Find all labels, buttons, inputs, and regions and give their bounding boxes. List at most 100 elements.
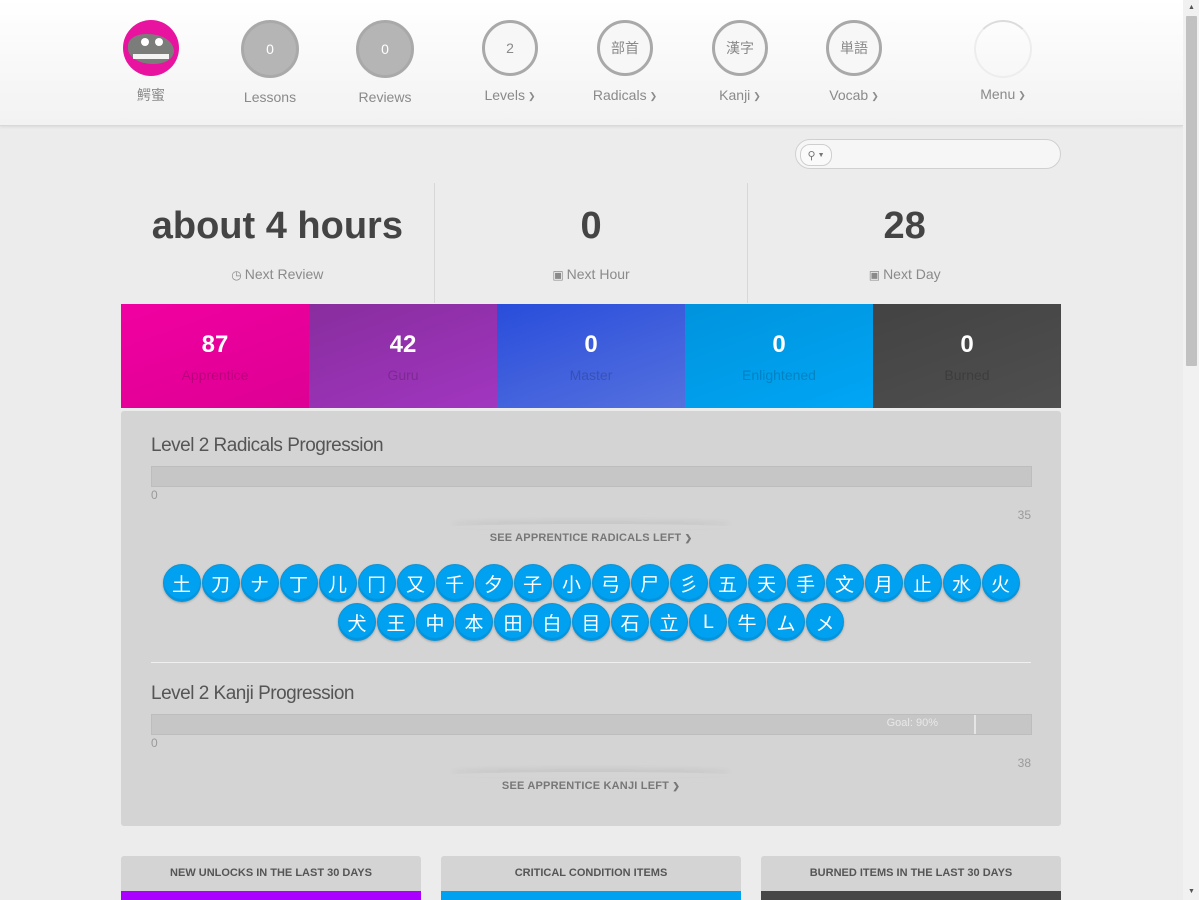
chevron-down-icon: ❯	[871, 91, 879, 101]
radical-item[interactable]: 五	[708, 564, 747, 602]
radical-item[interactable]: ム	[767, 603, 805, 641]
radical-item[interactable]: 犬	[338, 603, 376, 641]
radical-item[interactable]: 手	[786, 564, 825, 602]
clock-icon: ◷	[231, 268, 242, 282]
burned-items-title: BURNED ITEMS IN THE LAST 30 DAYS	[809, 867, 1013, 879]
radical-item[interactable]: 水	[942, 564, 981, 602]
see-apprentice-radicals-button[interactable]: SEE APPRENTICE RADICALS LEFT ❯	[121, 532, 1061, 544]
radical-item[interactable]: 儿	[318, 564, 357, 602]
user-profile[interactable]: 鰐蜜	[96, 20, 206, 105]
level-badge[interactable]: 2	[482, 20, 538, 76]
srs-guru[interactable]: 42 Guru	[309, 304, 497, 408]
vocab-badge[interactable]: 単語	[826, 20, 882, 76]
inbox-icon: ▣	[868, 268, 881, 282]
scrollbar-thumb[interactable]	[1186, 16, 1197, 366]
radical-item[interactable]: 冂	[357, 564, 396, 602]
radical-item[interactable]: 王	[377, 603, 415, 641]
radical-item[interactable]: 小	[552, 564, 591, 602]
radical-item[interactable]: 文	[825, 564, 864, 602]
radical-item[interactable]: 又	[396, 564, 435, 602]
srs-burned[interactable]: 0 Burned	[873, 304, 1061, 408]
search-icon: ⚲	[807, 149, 816, 162]
new-unlocks-card: NEW UNLOCKS IN THE LAST 30 DAYS	[121, 856, 421, 900]
radical-item[interactable]: 刀	[201, 564, 240, 602]
burned-items-card: BURNED ITEMS IN THE LAST 30 DAYS	[761, 856, 1061, 900]
burned-count: 0	[960, 331, 974, 358]
lessons-nav[interactable]: 0 Lessons	[215, 20, 325, 105]
srs-apprentice[interactable]: 87 Apprentice	[121, 304, 309, 408]
radical-item[interactable]: 月	[864, 564, 903, 602]
radicals-nav[interactable]: 部首 Radicals ❯	[570, 20, 680, 103]
search-bar: ⚲ ▼	[795, 139, 1061, 169]
inbox-icon: ▣	[552, 268, 564, 282]
radical-item[interactable]: 千	[435, 564, 474, 602]
radical-item[interactable]: 夕	[474, 564, 513, 602]
radical-item[interactable]: 止	[903, 564, 942, 602]
avatar[interactable]	[123, 20, 179, 76]
kanji-goal-label: Goal: 90%	[886, 717, 938, 729]
radical-item[interactable]: 火	[981, 564, 1020, 602]
radical-item[interactable]: 立	[650, 603, 688, 641]
radicals-progress-bar	[151, 466, 1032, 487]
radical-item[interactable]: 牛	[728, 603, 766, 641]
enlightened-label: Enlightened	[742, 367, 816, 383]
vocab-nav[interactable]: 単語 Vocab ❯	[799, 20, 909, 103]
chevron-down-icon: ❯	[527, 91, 536, 101]
critical-items-title: CRITICAL CONDITION ITEMS	[514, 867, 668, 879]
kanji-progress-max: 38	[1017, 756, 1031, 770]
kanji-badge[interactable]: 漢字	[712, 20, 768, 76]
radicals-badge[interactable]: 部首	[597, 20, 653, 76]
radical-item[interactable]: 田	[494, 603, 532, 641]
radical-item[interactable]: メ	[806, 603, 844, 641]
next-day-value: 28	[883, 205, 926, 247]
radical-item[interactable]: 本	[455, 603, 493, 641]
radicals-progression-title: Level 2 Radicals Progression	[151, 435, 384, 456]
menu-label[interactable]: Menu	[980, 86, 1015, 102]
srs-master[interactable]: 0 Master	[497, 304, 685, 408]
reviews-count-badge[interactable]: 0	[356, 20, 414, 78]
levels-nav[interactable]: 2 Levels ❯	[455, 20, 565, 103]
section-divider	[151, 662, 1031, 663]
enlightened-count: 0	[772, 331, 786, 358]
progression-panel: Level 2 Radicals Progression 0 35 SEE AP…	[121, 411, 1061, 826]
master-count: 0	[584, 331, 598, 358]
radical-item[interactable]: 丁	[279, 564, 318, 602]
reviews-nav[interactable]: 0 Reviews	[330, 20, 440, 105]
radicals-row-2: 犬王中本田白目石立L牛ムメ	[121, 603, 1061, 641]
top-navigation: 鰐蜜 0 Lessons 0 Reviews 2 Levels ❯ 部首 Radi…	[0, 0, 1183, 126]
apprentice-label: Apprentice	[181, 367, 249, 383]
chevron-down-icon: ❯	[753, 91, 761, 101]
new-unlocks-title: NEW UNLOCKS IN THE LAST 30 DAYS	[170, 867, 372, 879]
search-type-button[interactable]: ⚲ ▼	[800, 144, 832, 166]
next-review-label: Next Review	[244, 266, 324, 282]
radical-item[interactable]: 中	[416, 603, 454, 641]
radical-item[interactable]: 石	[611, 603, 649, 641]
radical-item[interactable]: 目	[572, 603, 610, 641]
kanji-goal-marker	[974, 715, 976, 734]
radical-item[interactable]: ナ	[240, 564, 279, 602]
radical-item[interactable]: 子	[513, 564, 552, 602]
scroll-down-icon[interactable]: ▼	[1186, 886, 1197, 898]
next-hour-label: Next Hour	[566, 266, 630, 282]
radical-item[interactable]: 土	[162, 564, 201, 602]
srs-enlightened[interactable]: 0 Enlightened	[685, 304, 873, 408]
scroll-up-icon[interactable]: ▲	[1186, 2, 1197, 14]
radical-item[interactable]: 彡	[669, 564, 708, 602]
vocab-label: Vocab	[829, 87, 869, 103]
kanji-nav[interactable]: 漢字 Kanji ❯	[685, 20, 795, 103]
next-hour-value: 0	[580, 205, 602, 247]
menu-nav[interactable]: Menu ❯	[948, 20, 1058, 102]
username: 鰐蜜	[137, 87, 165, 103]
radical-item[interactable]: L	[689, 603, 727, 641]
radical-item[interactable]: 天	[747, 564, 786, 602]
next-day-stat: 28 ▣ Next Day	[748, 183, 1061, 303]
radical-item[interactable]: 弓	[591, 564, 630, 602]
search-input[interactable]	[836, 143, 1055, 165]
radicals-progress-min: 0	[151, 488, 158, 502]
radical-item[interactable]: 白	[533, 603, 571, 641]
next-hour-stat: 0 ▣ Next Hour	[435, 183, 749, 303]
see-apprentice-kanji-button[interactable]: SEE APPRENTICE KANJI LEFT ❯	[121, 780, 1061, 792]
lessons-count-badge[interactable]: 0	[241, 20, 299, 78]
kanji-progress-min: 0	[151, 736, 158, 750]
radical-item[interactable]: 尸	[630, 564, 669, 602]
